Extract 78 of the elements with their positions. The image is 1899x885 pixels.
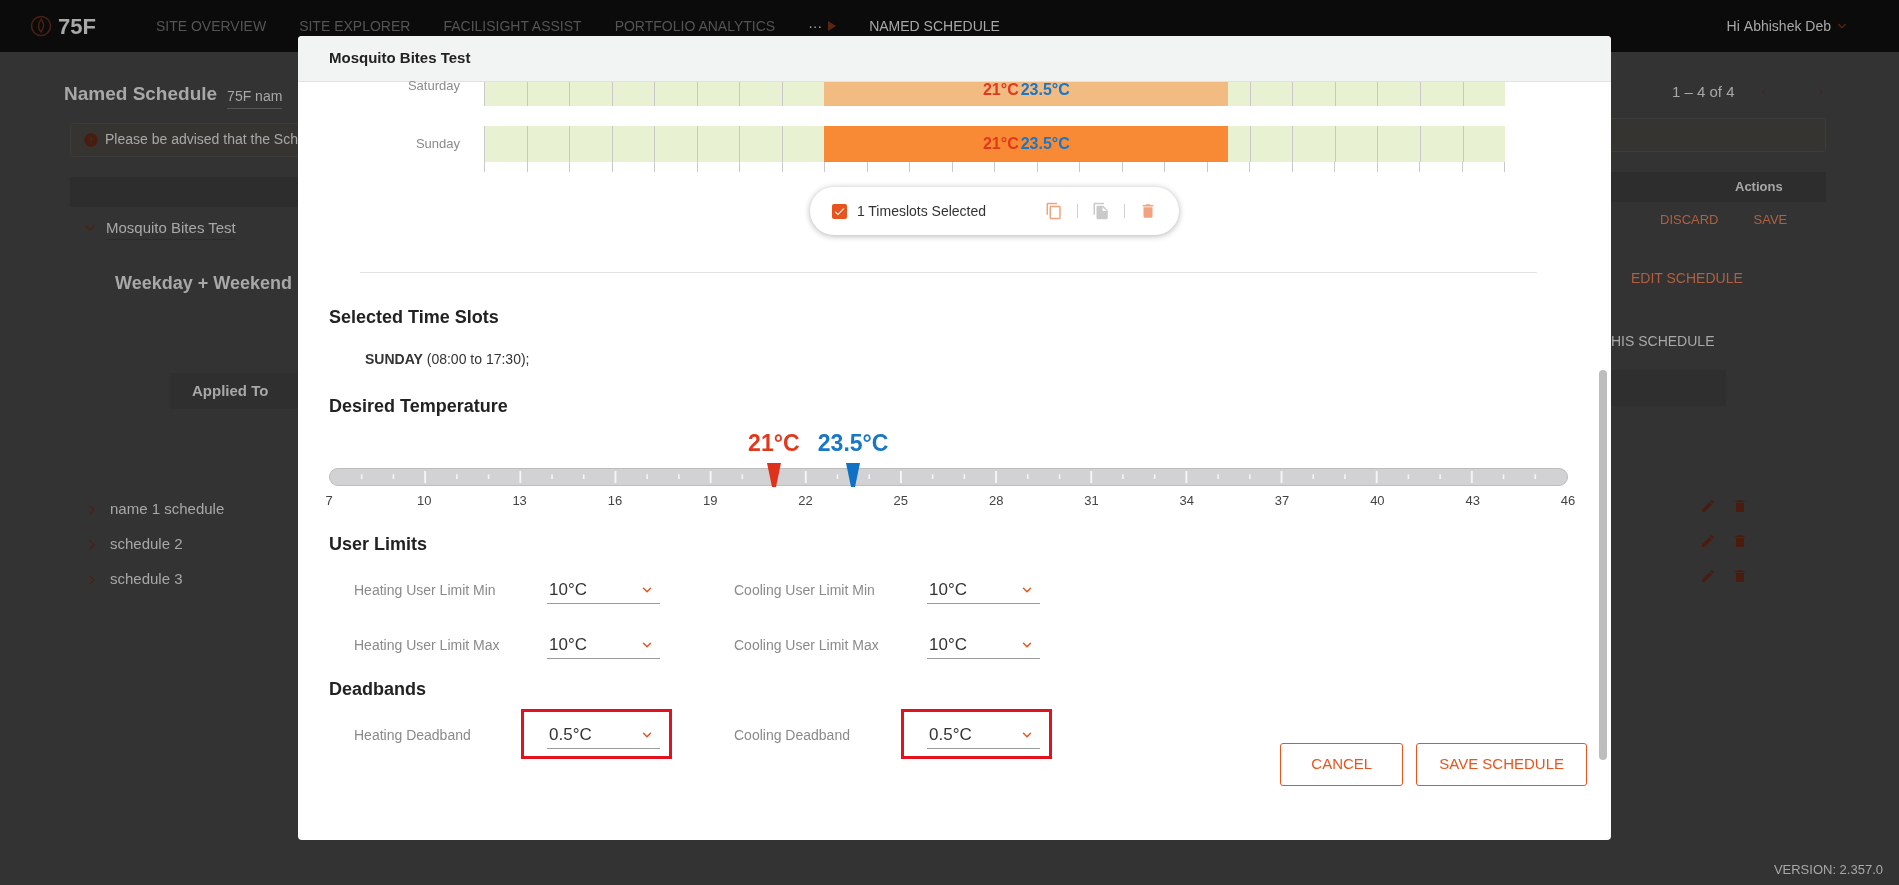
dropdown-field[interactable]: 10°C — [927, 631, 1040, 659]
field-label: Cooling User Limit Min — [734, 580, 876, 600]
scale-label: 40 — [1370, 492, 1385, 510]
section-heading: Deadbands — [329, 678, 428, 701]
dialog-button[interactable]: CANCEL — [1280, 743, 1404, 786]
schedule-name-link[interactable]: Mosquito Bites Test — [106, 216, 236, 240]
scale-label: 19 — [703, 492, 718, 510]
current-page-link[interactable]: NAMED SCHEDULE — [869, 15, 1000, 37]
schedule-name[interactable]: schedule 2 — [110, 533, 183, 556]
heating-reading: 21°C — [748, 429, 800, 458]
cooling-reading: 23.5°C — [817, 429, 889, 458]
scale-label: 22 — [798, 492, 813, 510]
scale-label: 25 — [893, 492, 909, 510]
schedule-type-heading: Weekday + Weekend — [115, 272, 293, 295]
scale-label: 16 — [607, 492, 623, 510]
field-label: Heating Deadband — [354, 725, 472, 745]
section-heading: User Limits — [329, 533, 429, 556]
heating-thumb[interactable] — [767, 463, 782, 487]
scale-label: 31 — [1084, 492, 1099, 510]
delete-icon[interactable] — [1732, 533, 1748, 549]
user-menu[interactable]: Abhishek Deb — [1743, 15, 1831, 37]
alert-icon — [83, 131, 99, 148]
schedule-name[interactable]: schedule 3 — [110, 568, 183, 591]
discard-button[interactable]: DISCARD — [1660, 210, 1719, 230]
dropdown-field[interactable]: 10°C — [547, 631, 660, 659]
scale-label: 37 — [1274, 492, 1290, 510]
scale-label: 13 — [512, 492, 527, 510]
dropdown-field[interactable]: 10°C — [547, 576, 660, 604]
logo-text: 75F — [58, 12, 96, 41]
scale-label: 7 — [325, 492, 333, 510]
schedule-action-link[interactable]: HIS SCHEDULE — [1611, 330, 1826, 352]
field-label: Cooling Deadband — [734, 725, 851, 745]
delete-icon[interactable] — [1732, 498, 1748, 514]
dropdown-field[interactable]: 10°C — [927, 576, 1040, 604]
scale-label: 46 — [1560, 492, 1576, 510]
cooling-thumb[interactable] — [846, 463, 861, 487]
cooling-setpoint: 23.5°C — [1020, 82, 1070, 98]
selected-slots-text: SUNDAY (08:00 to 17:30); — [365, 350, 531, 369]
dropdown-field[interactable]: 0.5°C — [547, 721, 660, 749]
day-label: Sunday — [414, 135, 460, 154]
heating-setpoint: 21°C — [982, 134, 1019, 154]
cooling-setpoint: 23.5°C — [1020, 134, 1070, 154]
actions-column-header: Actions — [1735, 178, 1783, 197]
pagination-text: 1 – 4 of 4 — [1672, 81, 1735, 102]
notice-text: Please be advised that the Sch — [104, 130, 298, 149]
scale-label: 34 — [1179, 492, 1194, 510]
more-menu[interactable]: ··· — [808, 15, 823, 37]
save-button[interactable]: SAVE — [1753, 210, 1788, 230]
edit-schedule-button[interactable]: EDIT SCHEDULE — [1631, 267, 1826, 289]
heating-setpoint: 21°C — [982, 82, 1019, 98]
field-label: Heating User Limit Max — [354, 635, 501, 655]
dropdown-field[interactable]: 0.5°C — [927, 721, 1040, 749]
section-heading: Desired Temperature — [329, 395, 509, 418]
day-label: Saturday — [406, 77, 460, 95]
dialog-button[interactable]: SAVE SCHEDULE — [1416, 743, 1587, 786]
greeting-text: Hi — [1726, 16, 1740, 36]
scale-label: 28 — [988, 492, 1004, 510]
copy-icon[interactable] — [1045, 202, 1064, 220]
applied-to-label: Applied To — [192, 380, 269, 401]
edit-icon[interactable] — [1700, 498, 1716, 514]
field-label: Heating User Limit Min — [354, 580, 497, 600]
schedule-name[interactable]: name 1 schedule — [110, 498, 225, 521]
dialog-title: Mosquito Bites Test — [329, 48, 471, 69]
scale-label: 43 — [1465, 492, 1480, 510]
select-checkbox[interactable] — [831, 203, 847, 219]
version-text: VERSION: 2.357.0 — [1773, 860, 1883, 879]
filter-field[interactable]: 75F nam — [227, 85, 283, 109]
scrollbar-thumb[interactable] — [1599, 370, 1607, 760]
edit-icon[interactable] — [1700, 568, 1716, 584]
play-icon — [828, 21, 837, 31]
page-title: Named Schedule — [64, 82, 218, 106]
delete-icon[interactable] — [1732, 568, 1748, 584]
scale-label: 10 — [417, 492, 432, 510]
field-label: Cooling User Limit Max — [734, 635, 880, 655]
selection-count: 1 Timeslots Selected — [856, 201, 987, 221]
edit-icon[interactable] — [1700, 533, 1716, 549]
logo-icon — [30, 15, 52, 37]
section-heading: Selected Time Slots — [329, 306, 500, 329]
